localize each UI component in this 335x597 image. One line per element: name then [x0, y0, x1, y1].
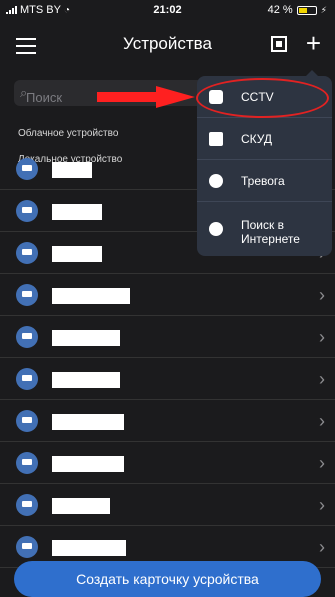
device-row[interactable]: ›	[0, 274, 335, 316]
device-name-redacted	[52, 372, 120, 388]
device-name-redacted	[52, 288, 130, 304]
qr-scan-icon[interactable]	[271, 36, 287, 52]
section-cloud: Облачное устройство	[18, 128, 119, 139]
camera-device-icon	[16, 158, 38, 180]
search-placeholder: ⌕ Поиск	[20, 85, 63, 105]
create-device-card-button[interactable]: Создать карточку усройства	[14, 561, 321, 597]
camera-device-icon	[16, 452, 38, 474]
camera-device-icon	[16, 200, 38, 222]
device-row[interactable]: ›	[0, 484, 335, 526]
camera-device-icon	[16, 326, 38, 348]
cctv-highlight-annotation	[196, 78, 329, 118]
alarm-icon	[209, 174, 223, 188]
device-name-redacted	[52, 162, 92, 178]
charging-icon: ⚡	[320, 4, 327, 15]
device-row[interactable]: ›	[0, 358, 335, 400]
device-name-redacted	[52, 330, 120, 346]
battery-info: 42 % ⚡	[268, 4, 327, 16]
camera-device-icon	[16, 536, 38, 558]
search-placeholder-label: Поиск	[26, 90, 63, 105]
menu-label-search-internet: Поиск в Интернете	[241, 218, 300, 246]
camera-device-icon	[16, 410, 38, 432]
camera-device-icon	[16, 368, 38, 390]
menu-item-search-internet[interactable]: Поиск в Интернете	[197, 202, 332, 256]
chevron-right-icon: ›	[319, 285, 325, 305]
menu-label-alarm: Тревога	[241, 174, 285, 188]
menu-item-alarm[interactable]: Тревога	[197, 160, 332, 202]
camera-device-icon	[16, 242, 38, 264]
device-name-redacted	[52, 456, 124, 472]
chevron-right-icon: ›	[319, 537, 325, 557]
device-row[interactable]: ›	[0, 400, 335, 442]
camera-device-icon	[16, 284, 38, 306]
status-bar: MTS BY ◔ 21:02 42 % ⚡	[0, 0, 335, 20]
menu-label-skud: СКУД	[241, 132, 273, 146]
device-row[interactable]: ›	[0, 442, 335, 484]
chevron-right-icon: ›	[319, 453, 325, 473]
battery-icon	[296, 5, 317, 15]
chevron-right-icon: ›	[319, 411, 325, 431]
red-arrow-annotation	[97, 86, 195, 108]
device-name-redacted	[52, 540, 126, 556]
add-icon[interactable]: +	[306, 30, 321, 56]
device-name-redacted	[52, 204, 102, 220]
chevron-right-icon: ›	[319, 495, 325, 515]
chevron-right-icon: ›	[319, 369, 325, 389]
chevron-right-icon: ›	[319, 327, 325, 347]
menu-item-skud[interactable]: СКУД	[197, 118, 332, 160]
device-name-redacted	[52, 498, 110, 514]
battery-percent: 42 %	[267, 4, 293, 16]
device-row[interactable]: ›	[0, 316, 335, 358]
access-control-icon	[209, 132, 223, 146]
device-name-redacted	[52, 246, 102, 262]
device-name-redacted	[52, 414, 124, 430]
camera-device-icon	[16, 494, 38, 516]
app-header: Устройства +	[0, 24, 335, 68]
network-search-icon	[209, 222, 223, 236]
